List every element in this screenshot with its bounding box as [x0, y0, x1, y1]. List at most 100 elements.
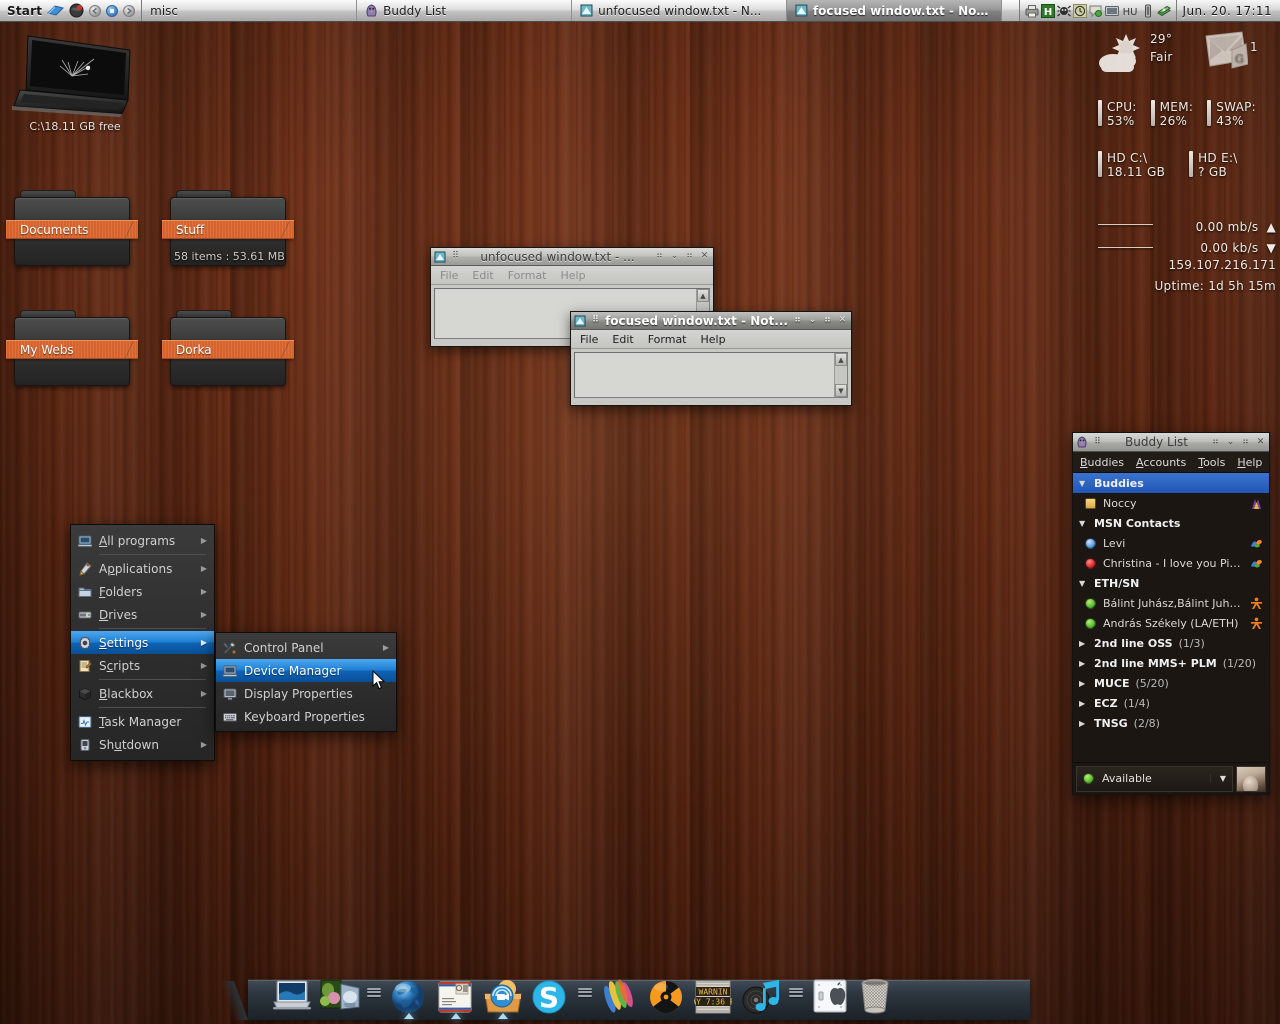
menu-format[interactable]: Format [648, 333, 687, 346]
nav-stop-button[interactable] [106, 4, 119, 17]
monitor-icon[interactable] [1104, 4, 1119, 18]
window-titlebar[interactable]: ⠿ focused window.txt - Not... ⠶ ⌄ ⠶ ✕ [571, 312, 851, 330]
buddy-group-eth-sn[interactable]: ▼ ETH/SN [1073, 573, 1269, 593]
dock-item-warning-clock[interactable]: WARNIN AY 7:36 P [691, 966, 736, 1018]
scroll-up-button[interactable]: ▲ [697, 289, 709, 302]
menu-item-all-programs[interactable]: AAll programsll programs ▶ [71, 529, 214, 552]
window-menu-button[interactable]: ⠿ [1092, 437, 1103, 448]
buddy-list-statusbar[interactable]: Available ▼ [1073, 762, 1269, 794]
chevron-down-icon[interactable]: ▼ [1209, 774, 1226, 783]
buddy-group-2nd-line-mms-plm[interactable]: ▶ 2nd line MMS+ PLM (1/20) [1073, 653, 1269, 673]
submenu-item-control-panel[interactable]: Control Panel ▶ [216, 636, 396, 659]
window-minimize-button[interactable]: ⌄ [669, 251, 680, 262]
dock-item-feather-photoshop[interactable] [598, 966, 642, 1018]
vertical-scrollbar[interactable]: ▲ ▼ [834, 353, 847, 397]
spider-icon[interactable] [1056, 4, 1071, 18]
dock-item-video-chat[interactable] [481, 966, 525, 1019]
dock-item-globe-browser[interactable] [387, 966, 431, 1019]
taskbar-clock[interactable]: Jun. 20. 17:11 [1175, 0, 1280, 21]
menu-item-folders[interactable]: Folders ▶ [71, 580, 214, 603]
submenu-item-keyboard-properties[interactable]: Keyboard Properties ▶ [216, 705, 396, 728]
window-shade-button[interactable]: ⠶ [1210, 437, 1221, 448]
menu-edit[interactable]: Edit [612, 333, 633, 346]
desktop-icon-computer[interactable]: C:\18.11 GB free [10, 28, 140, 133]
dock-item-itunes-music[interactable] [739, 966, 783, 1018]
chat-bubble-icon[interactable] [1089, 4, 1103, 18]
taskbar-window-list[interactable]: misc Buddy List unfocused window.txt - N… [142, 0, 1018, 21]
start-button[interactable]: Start [0, 0, 143, 21]
buddy-row-balint[interactable]: Bálint Juhász,Bálint Juhász [1073, 593, 1269, 613]
dock-item-finder-laptop[interactable] [270, 966, 314, 1018]
window-maximize-button[interactable]: ⠶ [684, 251, 695, 262]
buddy-group-2nd-line-oss[interactable]: ▶ 2nd line OSS (1/3) [1073, 633, 1269, 653]
buddy-list-window[interactable]: ⠿ Buddy List ⠶ ⌄ ⠶ ✕ Buddies Accounts To… [1072, 432, 1270, 795]
taskbar-button-misc[interactable]: misc [142, 0, 358, 21]
dock-item-photos[interactable] [317, 966, 361, 1018]
menu-tools[interactable]: Tools [1198, 456, 1225, 469]
window-close-button[interactable]: ✕ [699, 251, 710, 262]
dock-item-skype[interactable]: S [528, 966, 572, 1018]
submenu-item-device-manager[interactable]: Device Manager ▶ [216, 659, 396, 682]
text-editor-area[interactable]: ▲ ▼ [574, 352, 848, 398]
buddy-group-msn-contacts[interactable]: ▼ MSN Contacts [1073, 513, 1269, 533]
menu-item-scripts[interactable]: Scripts ▶ [71, 654, 214, 677]
window-minimize-button[interactable]: ⌄ [807, 315, 818, 326]
window-close-button[interactable]: ✕ [837, 315, 848, 326]
scroll-down-button[interactable]: ▼ [835, 384, 847, 397]
nav-forward-button[interactable] [123, 4, 136, 17]
submenu-item-display-properties[interactable]: Display Properties ▶ [216, 682, 396, 705]
menu-item-shutdown[interactable]: Shutdown ▶ [71, 733, 214, 756]
buddy-group-tnsg[interactable]: ▶ TNSG (2/8) [1073, 713, 1269, 733]
menu-file[interactable]: File [440, 269, 458, 282]
dock[interactable]: S WARNIN Y 7:36 [248, 960, 1030, 1020]
desktop-icon-my-webs[interactable]: My Webs [6, 310, 138, 386]
window-menubar[interactable]: File Edit Format Help [571, 330, 851, 349]
buddy-row-andras[interactable]: András Székely (LA/ETH) [1073, 613, 1269, 633]
menu-edit[interactable]: Edit [472, 269, 493, 282]
money-icon[interactable] [1156, 4, 1171, 18]
buddy-group-muce[interactable]: ▶ MUCE (5/20) [1073, 673, 1269, 693]
avatar[interactable] [1236, 765, 1266, 792]
menu-item-settings[interactable]: Settings ▶ [71, 631, 214, 654]
dock-item-apple-drive[interactable] [809, 966, 853, 1018]
taskbar[interactable]: Start misc Buddy List unfocused window.t… [0, 0, 1280, 22]
window-titlebar[interactable]: ⠿ unfocused window.txt - ... ⠶ ⌄ ⠶ ✕ [431, 248, 713, 266]
scroll-up-button[interactable]: ▲ [835, 353, 847, 366]
window-menubar[interactable]: File Edit Format Help [431, 266, 713, 285]
dock-item-burn-disc[interactable] [645, 966, 689, 1018]
menu-help[interactable]: Help [701, 333, 726, 346]
menu-item-applications[interactable]: Applications ▶ [71, 557, 214, 580]
status-selector[interactable]: Available ▼ [1076, 765, 1233, 792]
window-maximize-button[interactable]: ⠶ [822, 315, 833, 326]
window-shade-button[interactable]: ⠶ [654, 251, 665, 262]
hu-locale-icon[interactable]: HU [1121, 4, 1139, 18]
window-menu-button[interactable]: ⠿ [450, 251, 461, 262]
menu-item-task-manager[interactable]: Task Manager ▶ [71, 710, 214, 733]
buddy-row-christina[interactable]: Christina - I love you Pieter [1073, 553, 1269, 573]
start-menu[interactable]: AAll programsll programs ▶ Applications … [70, 524, 215, 761]
buddy-list-body[interactable]: ▼ Buddies Noccy ▼ MSN Contacts Levi Chri… [1073, 473, 1269, 762]
settings-submenu[interactable]: Control Panel ▶ Device Manager ▶ Display… [215, 632, 397, 732]
menu-buddies[interactable]: Buddies [1080, 456, 1124, 469]
dock-item-trash[interactable] [856, 966, 900, 1018]
desktop-icon-stuff[interactable]: Stuff 58 items : 53.61 MB [162, 190, 294, 266]
printer-icon[interactable] [1025, 4, 1039, 18]
buddy-list-menubar[interactable]: Buddies Accounts Tools Help [1073, 452, 1269, 473]
menu-help[interactable]: Help [1237, 456, 1262, 469]
window-shade-button[interactable]: ⠶ [792, 315, 803, 326]
buddy-row-levi[interactable]: Levi [1073, 533, 1269, 553]
desktop-icon-documents[interactable]: Documents [6, 190, 138, 266]
window-maximize-button[interactable]: ⠶ [1240, 437, 1251, 448]
clock-icon[interactable] [1072, 3, 1087, 18]
menu-item-blackbox[interactable]: Blackbox ▶ [71, 682, 214, 705]
menu-format[interactable]: Format [508, 269, 547, 282]
window-close-button[interactable]: ✕ [1255, 437, 1266, 448]
window-menu-button[interactable]: ⠿ [590, 315, 601, 326]
buddy-group-ecz[interactable]: ▶ ECZ (1/4) [1073, 693, 1269, 713]
menu-accounts[interactable]: Accounts [1136, 456, 1186, 469]
nav-back-button[interactable] [89, 4, 102, 17]
window-minimize-button[interactable]: ⌄ [1225, 437, 1236, 448]
taskbar-button-buddy-list[interactable]: Buddy List [357, 0, 573, 21]
menu-file[interactable]: File [580, 333, 598, 346]
dock-item-mail[interactable] [434, 966, 478, 1019]
